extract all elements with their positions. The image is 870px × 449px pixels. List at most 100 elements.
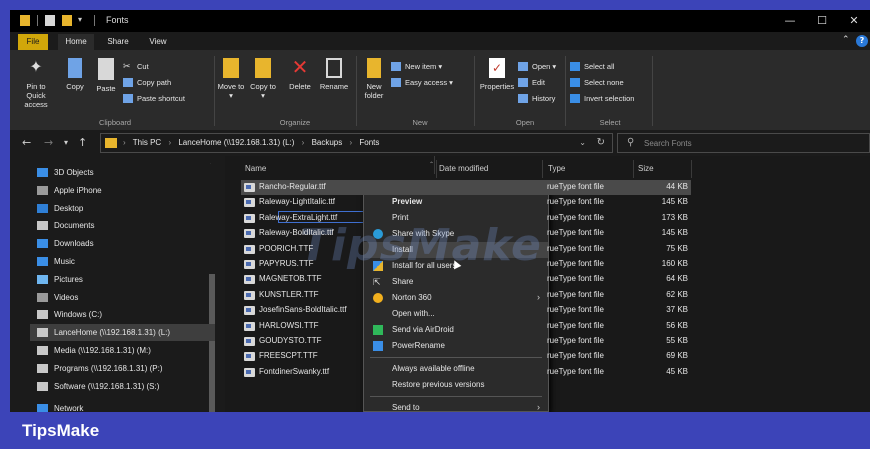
address-bar[interactable]: › This PC › LanceHome (\\192.168.1.31) (… — [100, 133, 613, 153]
nav-item-icon — [37, 274, 48, 284]
font-file-icon — [244, 229, 255, 239]
file-row[interactable]: JosefinSans-BoldItalic.ttf rueType font f… — [241, 303, 691, 318]
maximize-button[interactable]: ☐ — [806, 10, 838, 32]
file-type: rueType font file — [547, 212, 604, 222]
breadcrumb-this-pc[interactable]: This PC — [133, 138, 161, 147]
nav-item[interactable]: Programs (\\192.168.1.31) (P:) — [37, 360, 163, 377]
new-folder-button[interactable]: New folder — [359, 58, 389, 100]
search-icon: ⚲ — [627, 137, 635, 148]
tab-home[interactable]: Home — [58, 34, 94, 50]
file-name: FontdinerSwanky.ttf — [259, 366, 330, 376]
properties-button[interactable]: ✓ Properties — [477, 58, 517, 91]
breadcrumb-backups[interactable]: Backups — [312, 138, 343, 147]
search-input[interactable]: ⚲ Search Fonts — [617, 133, 870, 153]
copy-to-button[interactable]: Copy to ▾ — [249, 58, 277, 100]
delete-label: Delete — [289, 82, 311, 91]
file-row[interactable]: Raleway-BoldItalic.ttf rueType font file 1… — [241, 226, 691, 241]
pin-quick-access-button[interactable]: ✦ Pin to Quick access — [16, 58, 56, 109]
move-to-button[interactable]: Move to ▾ — [217, 58, 245, 100]
tab-share[interactable]: Share — [100, 34, 136, 50]
nav-item[interactable]: Pictures — [37, 271, 83, 288]
move-to-icon — [223, 58, 239, 78]
file-row[interactable]: HARLOWSI.TTF rueType font file 56 KB — [241, 319, 691, 334]
file-name: GOUDYSTO.TTF — [259, 336, 322, 345]
close-button[interactable]: ✕ — [838, 10, 870, 32]
menu-send-to[interactable]: Send to › — [364, 400, 548, 412]
breadcrumb-fonts[interactable]: Fonts — [359, 138, 379, 147]
file-type: rueType font file — [547, 336, 604, 345]
copy-button[interactable]: Copy — [62, 58, 88, 91]
properties-icon[interactable] — [45, 15, 55, 26]
refresh-icon[interactable]: ↻ — [597, 137, 605, 148]
edit-icon — [518, 77, 528, 87]
nav-item[interactable]: Desktop — [37, 200, 83, 217]
paste-button[interactable]: Paste — [92, 58, 120, 93]
file-row[interactable]: FontdinerSwanky.ttf rueType font file 45 K… — [241, 365, 691, 380]
file-row[interactable]: Raleway-LightItalic.ttf rueType font file… — [241, 195, 691, 210]
collapse-ribbon-icon[interactable]: ⌃ — [842, 35, 850, 45]
nav-item[interactable]: Documents — [37, 217, 94, 234]
cut-button[interactable]: ✂ Cut — [123, 60, 149, 72]
open-icon — [518, 61, 528, 71]
breadcrumb-lancehome[interactable]: LanceHome (\\192.168.1.31) (L:) — [178, 138, 294, 147]
nav-item[interactable]: Apple iPhone — [37, 182, 102, 199]
help-icon[interactable]: ? — [856, 35, 868, 47]
copy-path-button[interactable]: Copy path — [123, 76, 171, 88]
minimize-button[interactable]: — — [774, 10, 806, 32]
nav-item[interactable]: Music — [37, 253, 75, 270]
history-button[interactable]: History — [518, 92, 555, 104]
file-row[interactable]: FREESCPT.TTF rueType font file 69 KB — [241, 349, 691, 364]
column-name[interactable]: Name — [241, 160, 437, 178]
submenu-arrow-icon: › — [537, 402, 540, 412]
nav-item[interactable]: Windows (C:) — [37, 306, 102, 323]
rename-icon — [326, 58, 342, 78]
select-all-icon — [570, 61, 580, 71]
rename-button[interactable]: Rename — [318, 58, 350, 91]
delete-button[interactable]: ✕ Delete — [285, 58, 315, 91]
address-dropdown-icon[interactable]: ⌄ — [579, 138, 586, 147]
column-date-modified[interactable]: Date modified — [435, 160, 543, 178]
invert-selection-button[interactable]: Invert selection — [570, 92, 634, 104]
nav-item[interactable]: Software (\\192.168.1.31) (S:) — [37, 378, 159, 395]
nav-item[interactable]: Downloads — [37, 235, 94, 252]
nav-item[interactable]: 3D Objects — [37, 164, 94, 181]
nav-item-label: Network — [54, 404, 84, 412]
qat-dropdown-icon[interactable]: ▾ — [78, 15, 86, 26]
tab-file[interactable]: File — [18, 34, 48, 50]
open-button[interactable]: Open ▾ — [518, 60, 556, 72]
edit-button[interactable]: Edit — [518, 76, 545, 88]
file-row[interactable]: GOUDYSTO.TTF rueType font file 55 KB — [241, 334, 691, 349]
scrollbar-thumb[interactable] — [209, 274, 215, 412]
forward-arrow-icon[interactable]: → — [44, 136, 53, 149]
file-row[interactable]: MAGNETOB.TTF rueType font file 64 KB — [241, 272, 691, 287]
column-size[interactable]: Size — [634, 160, 692, 178]
select-all-button[interactable]: Select all — [570, 60, 614, 72]
nav-item-label: Documents — [54, 221, 95, 231]
select-group-label: Select — [599, 118, 621, 127]
tab-view[interactable]: View — [140, 34, 176, 50]
file-row[interactable]: Rancho-Regular.ttf rueType font file 44 KB — [241, 180, 691, 195]
nav-item[interactable]: LanceHome (\\192.168.1.31) (L:) — [30, 324, 215, 342]
file-row[interactable]: Raleway-ExtraLight.ttf rueType font file 1… — [241, 211, 691, 226]
up-arrow-icon[interactable]: ↑ — [78, 136, 87, 149]
file-type: rueType font file — [547, 320, 604, 330]
recent-dropdown-icon[interactable]: ▾ — [64, 138, 68, 147]
nav-item-label: Downloads — [54, 239, 94, 249]
font-file-icon — [244, 244, 255, 254]
easy-access-icon — [391, 77, 401, 87]
select-none-button[interactable]: Select none — [570, 76, 624, 88]
pin-icon: ✦ — [29, 59, 43, 76]
nav-item[interactable]: Videos — [37, 289, 78, 306]
file-row[interactable]: KUNSTLER.TTF rueType font file 62 KB — [241, 288, 691, 303]
new-folder-icon[interactable] — [62, 15, 72, 26]
back-arrow-icon[interactable]: ← — [22, 136, 31, 149]
easy-access-button[interactable]: Easy access ▾ — [391, 76, 453, 88]
nav-item-icon — [37, 363, 48, 373]
new-item-button[interactable]: New item ▾ — [391, 60, 442, 72]
column-type[interactable]: Type — [544, 160, 634, 178]
nav-item[interactable]: Media (\\192.168.1.31) (M:) — [37, 342, 151, 359]
file-row[interactable]: PAPYRUS.TTF rueType font file 160 KB — [241, 257, 691, 272]
file-row[interactable]: POORICH.TTF rueType font file 75 KB — [241, 242, 691, 257]
nav-item[interactable]: Network — [37, 400, 83, 412]
paste-shortcut-button[interactable]: Paste shortcut — [123, 92, 185, 104]
